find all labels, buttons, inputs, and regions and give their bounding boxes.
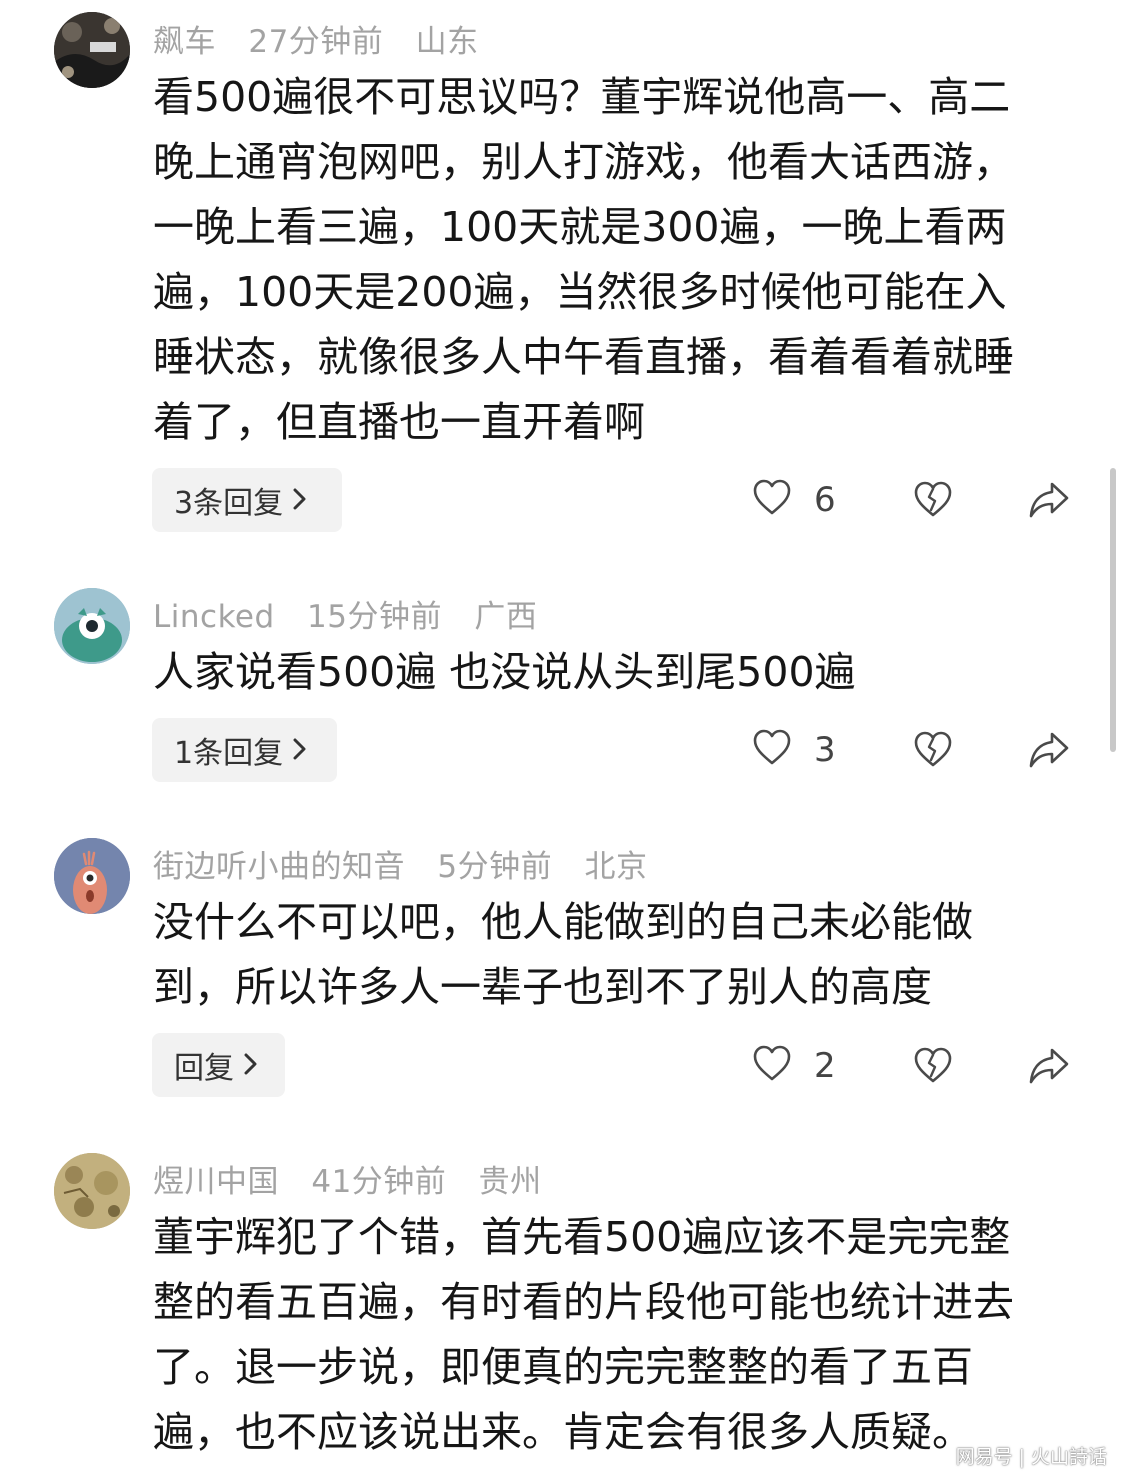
comment-text-line: 看500遍很不可思议吗？董宇辉说他高一、高二 — [153, 73, 1011, 121]
like-button[interactable]: 6 — [752, 478, 836, 522]
share-button[interactable] — [1028, 730, 1070, 774]
comment-text-line: 一晚上看三遍，100天就是300遍，一晚上看两 — [153, 203, 1007, 251]
view-replies-button[interactable]: 1条回复 — [152, 718, 337, 782]
comment-text-line: 没什么不可以吧，他人能做到的自己未必能做 — [153, 898, 973, 946]
like-count: 3 — [814, 730, 836, 770]
comment-text-line: 睡状态，就像很多人中午看直播，看着看着就睡 — [153, 333, 1014, 381]
share-arrow-icon — [1028, 482, 1070, 524]
like-button[interactable]: 2 — [752, 1044, 836, 1088]
comment-meta: 街边听小曲的知音 5分钟前 北京 — [153, 841, 669, 886]
comment-location: 广西 — [474, 599, 538, 635]
comment-text: 董宇辉犯了个错，首先看500遍应该不是完完整 整的看五百遍，有时看的片段他可能也… — [153, 1205, 1014, 1465]
like-count: 6 — [814, 480, 836, 520]
comment-location: 北京 — [584, 849, 648, 885]
comment-text: 人家说看500遍 也没说从头到尾500遍 — [153, 640, 856, 705]
broken-heart-icon — [913, 481, 953, 524]
share-arrow-icon — [1028, 732, 1070, 774]
watermark-source: 网易号 — [955, 1446, 1013, 1468]
broken-heart-icon — [913, 731, 953, 774]
watermark: 网易号 | 火山詩话 — [956, 1442, 1107, 1469]
avatar[interactable] — [54, 1153, 130, 1229]
comment-meta: Lincked 15分钟前 广西 — [153, 591, 559, 636]
avatar[interactable] — [54, 838, 130, 914]
share-button[interactable] — [1028, 480, 1070, 524]
comment-time: 15分钟前 — [307, 599, 442, 635]
dislike-button[interactable] — [913, 730, 953, 774]
comment-meta: 飙车 27分钟前 山东 — [153, 16, 501, 61]
comment-location: 山东 — [415, 24, 479, 60]
heart-icon — [752, 478, 792, 522]
username[interactable]: 煜川中国 — [153, 1164, 279, 1200]
comment-text-line: 人家说看500遍 也没说从头到尾500遍 — [153, 648, 856, 696]
reply-label: 1条回复 — [174, 736, 284, 771]
scrollbar[interactable] — [1110, 468, 1116, 752]
chevron-right-icon — [293, 483, 307, 518]
username[interactable]: Lincked — [153, 599, 275, 635]
comment-text-line: 着了，但直播也一直开着啊 — [153, 398, 645, 446]
comment-text-line: 到，所以许多人一辈子也到不了别人的高度 — [153, 963, 932, 1011]
comment-time: 27分钟前 — [248, 24, 384, 60]
chevron-right-icon — [293, 733, 307, 768]
share-arrow-icon — [1028, 1048, 1070, 1090]
share-button[interactable] — [1028, 1046, 1070, 1090]
reply-button[interactable]: 回复 — [152, 1033, 285, 1097]
reply-label: 3条回复 — [174, 486, 284, 521]
dislike-button[interactable] — [913, 480, 953, 524]
comment-text-line: 董宇辉犯了个错，首先看500遍应该不是完完整 — [153, 1213, 1011, 1261]
comment-text: 看500遍很不可思议吗？董宇辉说他高一、高二 晚上通宵泡网吧，别人打游戏，他看大… — [153, 65, 1014, 455]
comment-location: 贵州 — [478, 1164, 542, 1200]
like-count: 2 — [814, 1046, 836, 1086]
avatar[interactable] — [54, 588, 130, 664]
watermark-separator: | — [1018, 1446, 1025, 1468]
username[interactable]: 飙车 — [153, 24, 216, 60]
comment-text-line: 了。退一步说，即便真的完完整整的看了五百 — [153, 1343, 973, 1391]
reply-label: 回复 — [174, 1051, 234, 1086]
comment-text-line: 遍，也不应该说出来。肯定会有很多人质疑。 — [153, 1408, 973, 1456]
heart-icon — [752, 728, 792, 772]
watermark-author: 火山詩话 — [1030, 1446, 1107, 1468]
view-replies-button[interactable]: 3条回复 — [152, 468, 342, 532]
comment-text-line: 整的看五百遍，有时看的片段他可能也统计进去 — [153, 1278, 1014, 1326]
username[interactable]: 街边听小曲的知音 — [153, 849, 405, 885]
comment-text-line: 晚上通宵泡网吧，别人打游戏，他看大话西游， — [153, 138, 1014, 186]
like-button[interactable]: 3 — [752, 728, 836, 772]
chevron-right-icon — [244, 1048, 258, 1083]
dislike-button[interactable] — [913, 1046, 953, 1090]
comment-text: 没什么不可以吧，他人能做到的自己未必能做 到，所以许多人一辈子也到不了别人的高度 — [153, 890, 973, 1020]
avatar[interactable] — [54, 12, 130, 88]
comment-meta: 煜川中国 41分钟前 贵州 — [153, 1156, 564, 1201]
comment-text-line: 遍，100天是200遍，当然很多时候他可能在入 — [153, 268, 1007, 316]
broken-heart-icon — [913, 1047, 953, 1090]
comment-time: 41分钟前 — [311, 1164, 447, 1200]
comment-time: 5分钟前 — [437, 849, 553, 885]
heart-icon — [752, 1044, 792, 1088]
